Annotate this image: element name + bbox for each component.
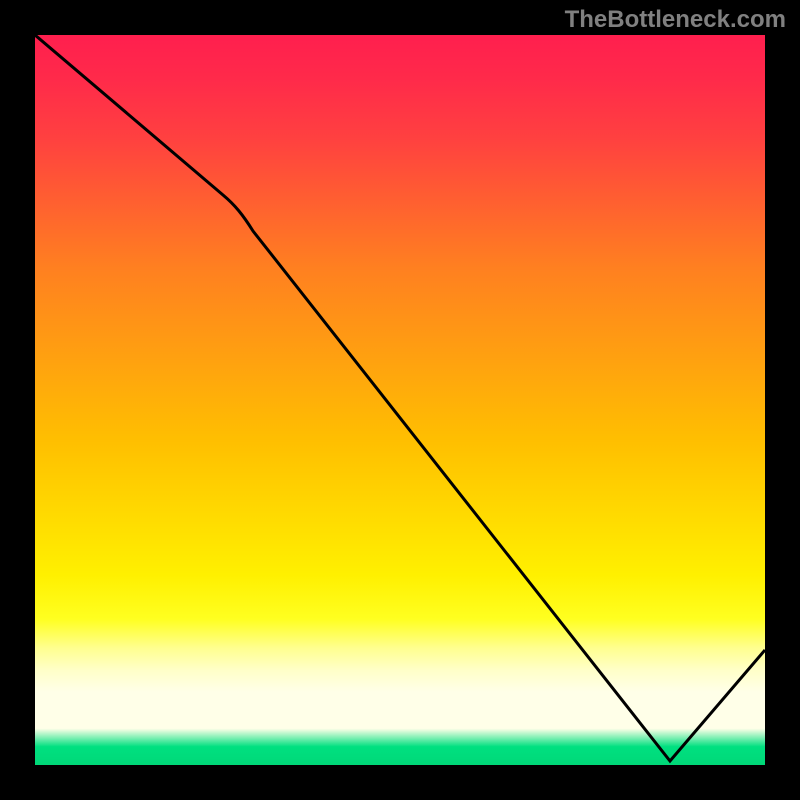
chart-plot-area [35,35,765,765]
watermark-text: TheBottleneck.com [565,6,786,34]
chart-line-layer [35,35,765,765]
bottleneck-curve [35,35,765,761]
